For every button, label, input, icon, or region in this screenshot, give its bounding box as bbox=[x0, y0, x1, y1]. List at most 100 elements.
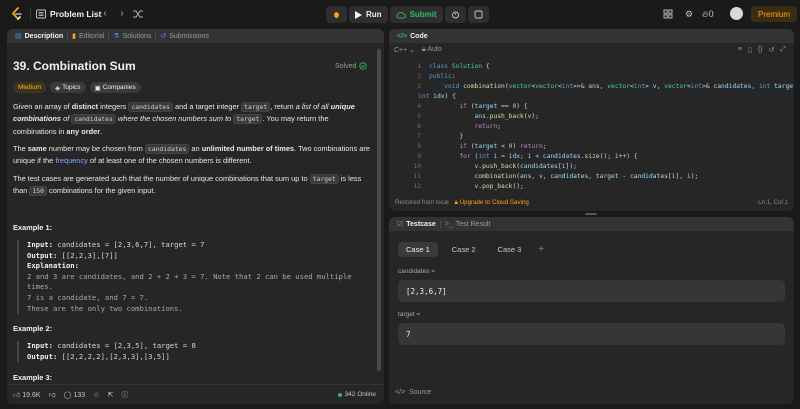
case-2-tab[interactable]: Case 2 bbox=[444, 242, 484, 257]
example-1-block: Input: candidates = [2,3,6,7], target = … bbox=[17, 240, 352, 315]
candidates-input[interactable]: [2,3,6,7] bbox=[398, 280, 785, 302]
alarm-icon bbox=[451, 11, 459, 19]
braces-icon[interactable]: {} bbox=[758, 46, 763, 54]
like-button[interactable]: 👍︎ 19.6K bbox=[13, 390, 41, 399]
tag-icon: ◈ bbox=[55, 84, 61, 92]
auto-mode[interactable]: 🔒︎ Auto bbox=[422, 46, 442, 54]
code-line: } bbox=[429, 133, 464, 140]
code-line: for (int i = idx; i < candidates.size();… bbox=[459, 153, 638, 160]
companies-label: Companies bbox=[102, 84, 136, 91]
frequency-link[interactable]: frequency bbox=[55, 156, 87, 165]
code-status-bar: Restored from local 🔒︎ Upgrade to Cloud … bbox=[395, 199, 529, 207]
share-icon[interactable]: ⇱ bbox=[107, 391, 113, 399]
tab-test-result[interactable]: >_ Test Result bbox=[441, 221, 495, 228]
text: an bbox=[189, 144, 202, 153]
debug-button[interactable] bbox=[326, 6, 347, 23]
shuffle-icon[interactable] bbox=[132, 8, 144, 20]
tab-description[interactable]: ▤ Description bbox=[11, 32, 67, 41]
layout-grid-icon[interactable] bbox=[662, 8, 674, 20]
source-button[interactable]: </> Source bbox=[395, 389, 431, 396]
line-number: 1 bbox=[417, 63, 421, 70]
target-label: target = bbox=[398, 311, 421, 318]
star-icon[interactable]: ☆ bbox=[93, 391, 99, 399]
like-count: 19.6K bbox=[22, 392, 41, 399]
target-input[interactable]: 7 bbox=[398, 323, 785, 345]
tab-submissions[interactable]: ↺ Submissions bbox=[156, 32, 213, 41]
check-circle-icon bbox=[359, 62, 368, 70]
format-icon[interactable]: ≡ bbox=[738, 46, 742, 54]
dislike-icon[interactable]: 👎︎ bbox=[49, 390, 56, 399]
code-header: </> Code bbox=[389, 29, 794, 43]
code-line: int idx) { bbox=[418, 93, 456, 100]
submit-button[interactable]: Submit bbox=[389, 6, 443, 23]
tab-editorial[interactable]: ▮ Editorial bbox=[68, 32, 108, 41]
line-number: 9 bbox=[417, 153, 421, 160]
line-number: 5 bbox=[417, 113, 421, 120]
bookmark-icon[interactable]: ▯ bbox=[748, 46, 752, 54]
explanation-line: 2 and 3 are candidates, and 2 + 2 + 3 = … bbox=[27, 271, 352, 281]
output-value: [[2,2,2,2],[2,3,3],[3,5]] bbox=[57, 351, 170, 361]
case-tabs: Case 1 Case 2 Case 3 + bbox=[398, 242, 547, 257]
run-button[interactable]: Run bbox=[349, 6, 388, 23]
inline-code: target bbox=[233, 114, 263, 125]
comment-count: 133 bbox=[73, 391, 86, 399]
online-dot bbox=[337, 392, 342, 397]
editor-tools: ≡ ▯ {} ↺ ⤢ bbox=[738, 46, 786, 54]
tab-testcase-label: Testcase bbox=[406, 220, 436, 228]
description-scrollbar[interactable] bbox=[377, 49, 381, 371]
input-label: Input: bbox=[27, 341, 53, 350]
run-submit-group: Run Submit bbox=[326, 6, 489, 23]
topics-chip[interactable]: ◈ Topics bbox=[50, 82, 86, 93]
case-3-tab[interactable]: Case 3 bbox=[490, 242, 530, 257]
note-button[interactable] bbox=[467, 6, 489, 23]
tab-code[interactable]: </> Code bbox=[393, 33, 432, 40]
lock-icon: ▣ bbox=[94, 84, 101, 92]
code-editor[interactable]: 1 2 3 4 5 6 7 8 9 10 11 12 class Solutio… bbox=[389, 63, 794, 190]
code-panel: </> Code C++ ⌄ 🔒︎ Auto ≡ ▯ {} ↺ ⤢ 1 2 3 … bbox=[389, 29, 794, 211]
description-paragraph-1: Given an array of distinct integers cand… bbox=[13, 101, 371, 137]
checkbox-icon: ☑ bbox=[397, 221, 404, 228]
line-number: 11 bbox=[413, 173, 421, 180]
companies-chip[interactable]: ▣ Companies bbox=[89, 82, 141, 93]
reset-icon[interactable]: ↺ bbox=[769, 46, 775, 54]
add-case-button[interactable]: + bbox=[535, 242, 547, 257]
streak-count: 0 bbox=[708, 9, 714, 19]
problem-list-link[interactable]: Problem List bbox=[50, 9, 101, 19]
input-value: candidates = [2,3,6,7], target = 7 bbox=[52, 240, 205, 249]
streak-counter[interactable]: 🔥︎0 bbox=[702, 8, 724, 20]
text-bold: unlimited number of times bbox=[201, 144, 295, 153]
upgrade-link[interactable]: 🔒︎ Upgrade to Cloud Saving bbox=[455, 199, 529, 207]
tab-solutions[interactable]: ⚗ Solutions bbox=[109, 32, 155, 41]
case-1-tab[interactable]: Case 1 bbox=[398, 242, 438, 257]
comment-icon: ◯ bbox=[63, 391, 72, 399]
tab-testcase[interactable]: ☑ Testcase bbox=[393, 220, 440, 229]
text: of at least one of the chosen numbers is… bbox=[87, 156, 252, 166]
chevron-left-icon[interactable]: ‹ bbox=[99, 8, 111, 20]
panel-resize-handle[interactable] bbox=[389, 212, 794, 216]
difficulty-badge: Medium bbox=[13, 82, 47, 93]
code-line: v.pop_back(); bbox=[474, 183, 524, 190]
tab-test-result-label: Test Result bbox=[455, 220, 491, 228]
premium-button[interactable]: Premium bbox=[751, 6, 798, 22]
source-label: Source bbox=[409, 389, 432, 396]
comments-button[interactable]: ◯ 133 bbox=[64, 391, 85, 399]
timer-button[interactable] bbox=[444, 6, 466, 23]
tab-editorial-label: Editorial bbox=[79, 32, 105, 40]
explanation-line: 7 is a candidate, and 7 = 7. bbox=[27, 292, 149, 302]
description-icon: ▤ bbox=[15, 33, 22, 40]
code-title: Code bbox=[410, 32, 428, 40]
help-icon[interactable]: ⓘ bbox=[121, 390, 128, 400]
avatar[interactable] bbox=[730, 7, 743, 20]
list-icon[interactable] bbox=[36, 9, 46, 19]
language-select[interactable]: C++ ⌄ bbox=[394, 46, 415, 54]
gear-icon[interactable]: ⚙ bbox=[683, 8, 695, 20]
chevron-right-icon[interactable]: › bbox=[116, 8, 128, 20]
description-bottom-bar: 👍︎ 19.6K 👎︎ ◯ 133 ☆ ⇱ ⓘ 342 Online bbox=[7, 384, 384, 404]
expand-icon[interactable]: ⤢ bbox=[780, 46, 786, 54]
leetcode-logo-icon[interactable] bbox=[10, 7, 24, 21]
input-label: Input: bbox=[27, 240, 53, 249]
text: Given an array of bbox=[13, 102, 72, 111]
line-number: 8 bbox=[417, 143, 421, 150]
text-italic: where the chosen numbers sum to bbox=[115, 114, 234, 124]
example-1-heading: Example 1: bbox=[13, 223, 53, 232]
